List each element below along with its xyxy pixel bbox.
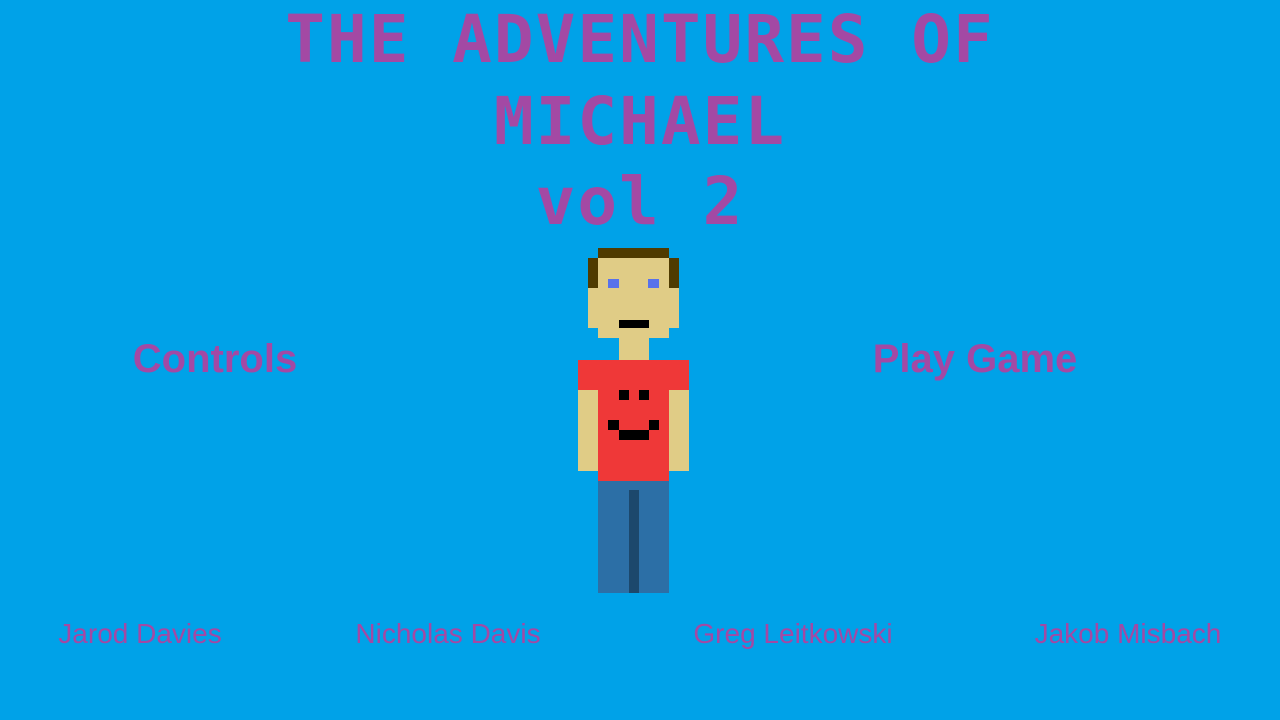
shirt-smiley-mouth-left [608, 420, 619, 430]
title-screen: THE ADVENTURES OF MICHAEL vol 2 Controls… [0, 0, 1280, 720]
hair [598, 248, 669, 258]
head-left [588, 288, 598, 328]
hair-side-right [669, 258, 679, 288]
left-eye [608, 279, 619, 288]
game-title-line-2: MICHAEL [493, 83, 787, 160]
credit-name: Jarod Davies [58, 618, 222, 649]
shirt [578, 360, 689, 390]
shirt-smiley-mouth [619, 430, 649, 440]
mouth [619, 320, 649, 328]
hair-side-left [588, 258, 598, 288]
pants-gap [629, 490, 639, 593]
shirt-smiley-eye-right [639, 390, 649, 400]
neck [619, 338, 649, 360]
credit-name: Jakob Misbach [1034, 618, 1222, 649]
game-title-line-1: THE ADVENTURES OF [285, 1, 995, 78]
right-eye [648, 279, 659, 288]
credit-name: Nicholas Davis [355, 618, 541, 649]
left-arm [578, 390, 598, 471]
shirt-smiley-mouth-right [649, 420, 659, 430]
michael-character-icon [578, 248, 689, 593]
credit-name: Greg Leitkowski [693, 618, 893, 649]
right-arm [669, 390, 689, 471]
head-right [669, 288, 679, 328]
controls-button[interactable]: Controls [115, 334, 315, 384]
play-game-button[interactable]: Play Game [855, 334, 1095, 384]
game-subtitle-volume: vol 2 [535, 163, 745, 240]
shirt-smiley-eye-left [619, 390, 629, 400]
